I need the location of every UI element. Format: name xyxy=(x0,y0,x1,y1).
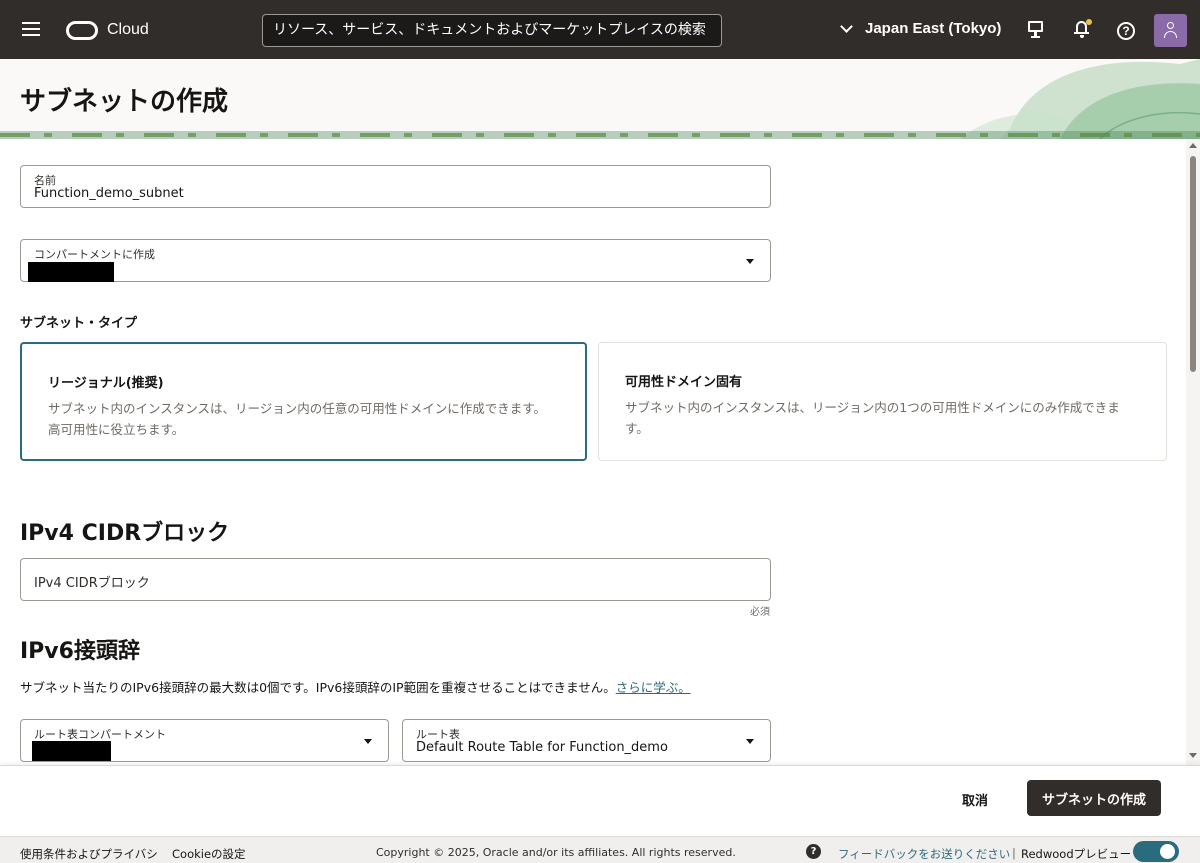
card-description: サブネット内のインスタンスは、リージョン内の1つの可用性ドメインにのみ作成できま… xyxy=(625,400,1120,436)
subnet-type-regional[interactable]: リージョナル(推奨) サブネット内のインスタンスは、リージョン内の任意の可用性ド… xyxy=(20,342,587,461)
card-description: サブネット内のインスタンスは、リージョン内の任意の可用性ドメインに作成できます。… xyxy=(48,401,547,437)
dropdown-arrow-icon[interactable] xyxy=(746,739,754,744)
ipv6-info: サブネット当たりのIPv6接頭辞の最大数は0個です。IPv6接頭辞のIP範囲を重… xyxy=(20,677,691,696)
top-header: Cloud リソース、サービス、ドキュメントおよびマーケットプレイスの検索 Ja… xyxy=(0,0,1200,59)
route-table-compartment-select[interactable]: ルート表コンパートメント xyxy=(20,719,389,762)
scrollbar-thumb[interactable] xyxy=(1190,156,1196,372)
region-label: Japan East (Tokyo) xyxy=(865,20,1002,37)
cloud-shell-icon[interactable] xyxy=(1025,18,1047,40)
user-icon xyxy=(1167,22,1174,29)
redwood-preview-label: Redwoodプレビュー xyxy=(1021,847,1132,861)
ipv6-heading: IPv6接頭辞 xyxy=(20,639,140,664)
decorative-leaf-banner xyxy=(0,59,1200,139)
required-hint: 必須 xyxy=(750,607,770,618)
vertical-scrollbar[interactable] xyxy=(1186,139,1200,765)
region-selector[interactable]: Japan East (Tokyo) xyxy=(840,19,1002,37)
help-icon[interactable]: ? xyxy=(1117,22,1135,40)
ipv6-info-text: サブネット当たりのIPv6接頭辞の最大数は0個です。IPv6接頭辞のIP範囲を重… xyxy=(20,680,616,695)
feedback-link[interactable]: フィードバックをお送りください xyxy=(838,846,1010,862)
compartment-label: コンパートメントに作成 xyxy=(34,248,155,261)
create-subnet-button[interactable]: サブネットの作成 xyxy=(1027,780,1161,816)
scroll-up-icon[interactable] xyxy=(1189,143,1197,148)
ipv4-cidr-input[interactable]: IPv4 CIDRブロック xyxy=(20,558,771,601)
subnet-type-label: サブネット・タイプ xyxy=(20,316,138,331)
menu-icon[interactable] xyxy=(22,22,40,36)
redacted-value xyxy=(32,741,111,761)
subnet-type-ad-specific[interactable]: 可用性ドメイン固有 サブネット内のインスタンスは、リージョン内の1つの可用性ドメ… xyxy=(598,342,1167,461)
notification-bell-icon[interactable] xyxy=(1071,18,1093,40)
form-content: 名前 Function_demo_subnet コンパートメントに作成 サブネッ… xyxy=(0,139,1186,765)
chevron-down-icon xyxy=(840,19,853,33)
redacted-value xyxy=(28,262,114,282)
dropdown-arrow-icon[interactable] xyxy=(746,259,754,264)
terms-privacy-link[interactable]: 使用条件およびプライバシ xyxy=(20,846,158,862)
footer: 使用条件およびプライバシ Cookieの設定 Copyright © 2025,… xyxy=(0,836,1200,863)
route-table-select[interactable]: ルート表 Default Route Table for Function_de… xyxy=(402,719,771,762)
name-value[interactable]: Function_demo_subnet xyxy=(34,186,184,201)
action-bar: 取消 サブネットの作成 xyxy=(0,765,1200,836)
help-icon[interactable]: ? xyxy=(806,844,821,859)
cookie-settings-link[interactable]: Cookieの設定 xyxy=(172,846,246,862)
ipv4-heading: IPv4 CIDRブロック xyxy=(20,521,230,546)
logo-text[interactable]: Cloud xyxy=(107,21,149,39)
route-compartment-label: ルート表コンパートメント xyxy=(34,728,166,741)
user-avatar[interactable] xyxy=(1154,14,1187,47)
card-title: 可用性ドメイン固有 xyxy=(625,375,743,390)
route-table-value: Default Route Table for Function_demo xyxy=(416,740,668,755)
cancel-button[interactable]: 取消 xyxy=(962,790,988,809)
learn-more-link[interactable]: さらに学ぶ。 xyxy=(616,680,691,695)
copyright-text: Copyright © 2025, Oracle and/or its affi… xyxy=(376,846,736,859)
name-field[interactable]: 名前 Function_demo_subnet xyxy=(20,165,771,208)
scroll-down-icon[interactable] xyxy=(1189,753,1197,758)
ipv4-placeholder: IPv4 CIDRブロック xyxy=(34,576,150,591)
oracle-logo-icon[interactable] xyxy=(66,21,98,40)
footer-separator: | xyxy=(1012,846,1016,860)
redwood-preview-toggle[interactable] xyxy=(1133,841,1179,862)
search-input[interactable]: リソース、サービス、ドキュメントおよびマーケットプレイスの検索 xyxy=(262,14,722,47)
dropdown-arrow-icon[interactable] xyxy=(364,739,372,744)
card-title: リージョナル(推奨) xyxy=(48,376,164,391)
title-band: サブネットの作成 xyxy=(0,59,1200,139)
compartment-select[interactable]: コンパートメントに作成 xyxy=(20,239,771,282)
